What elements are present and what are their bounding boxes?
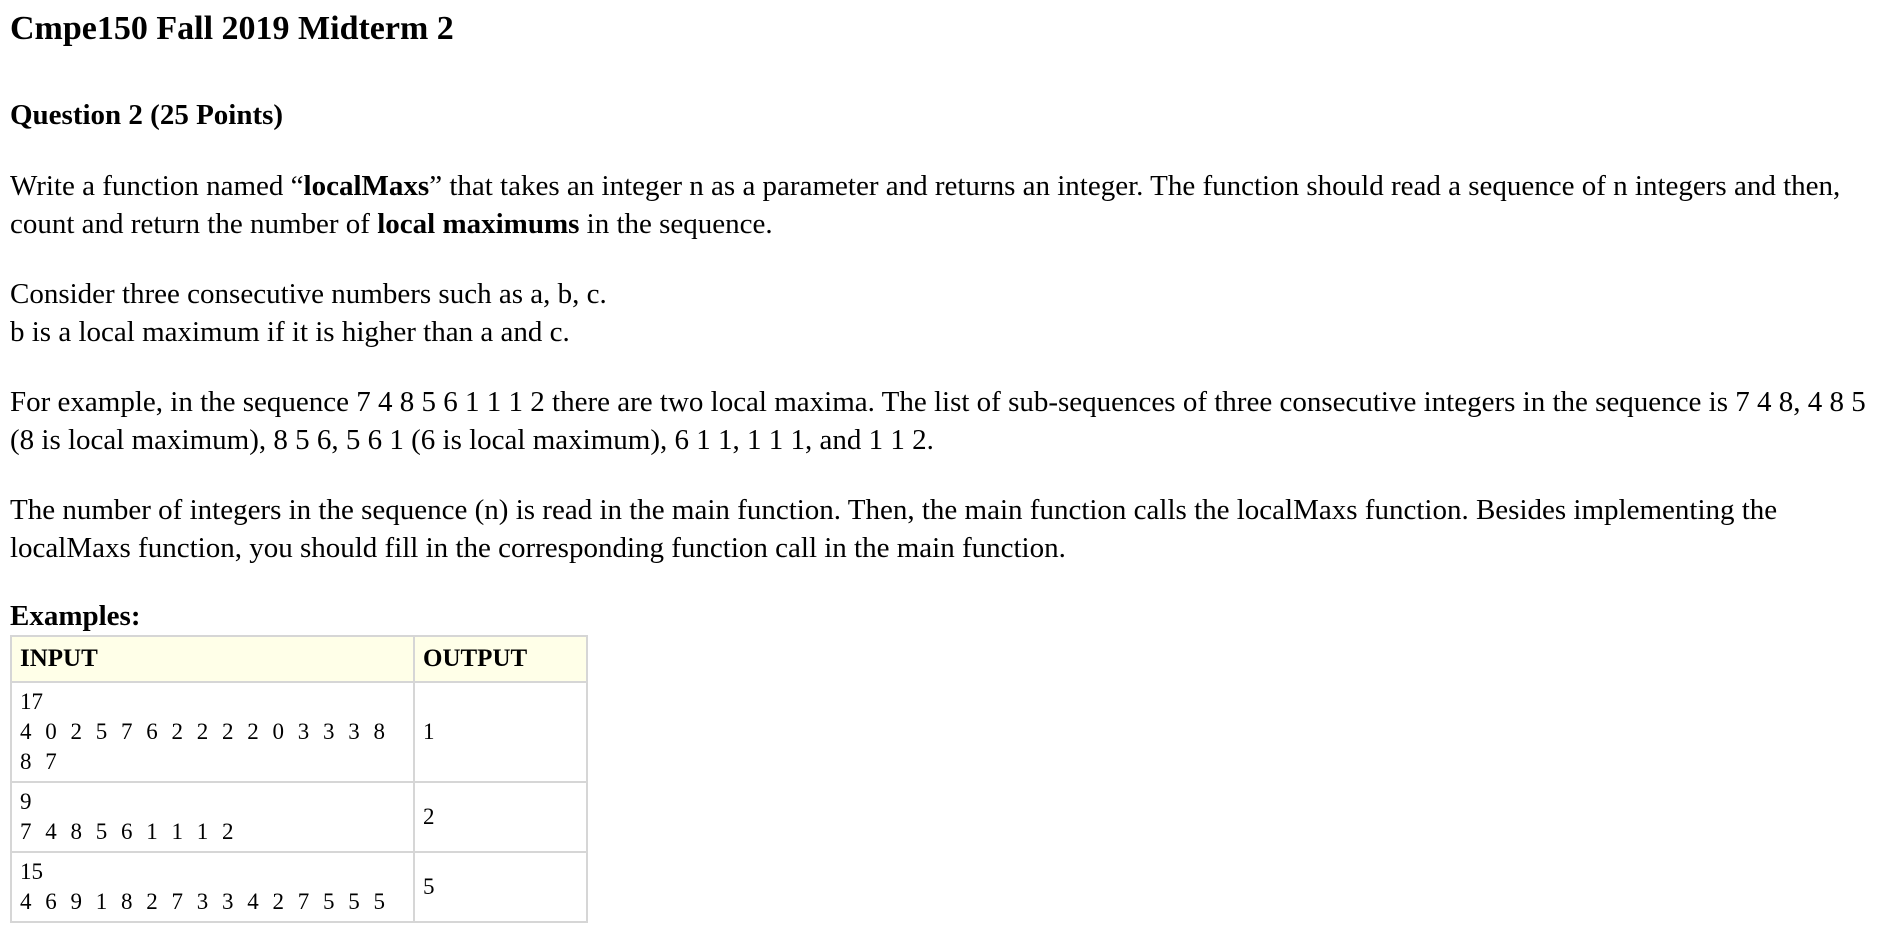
table-header-row: INPUT OUTPUT — [10, 635, 588, 683]
table-row: 15 4 6 9 1 8 2 7 3 3 4 2 7 5 5 5 5 — [10, 851, 588, 923]
example-paragraph: For example, in the sequence 7 4 8 5 6 1… — [10, 386, 1866, 456]
table-row: 9 7 4 8 5 6 1 1 1 2 2 — [10, 781, 588, 853]
input-count: 9 — [20, 789, 32, 814]
page-title: Cmpe150 Fall 2019 Midterm 2 — [10, 10, 454, 47]
input-cell: 17 4 0 2 5 7 6 2 2 2 2 0 3 3 3 8 8 7 — [10, 681, 415, 783]
input-column-header: INPUT — [10, 635, 415, 683]
document-page: Cmpe150 Fall 2019 Midterm 2 Question 2 (… — [0, 0, 1887, 927]
table-row: 17 4 0 2 5 7 6 2 2 2 2 0 3 3 3 8 8 7 1 — [10, 681, 588, 783]
output-cell: 2 — [413, 781, 588, 853]
description-text-1: Write a function named “ — [10, 170, 304, 202]
definition-paragraph: Consider three consecutive numbers such … — [10, 275, 1887, 351]
description-text-3: in the sequence. — [579, 208, 773, 240]
definition-line-2: b is a local maximum if it is higher tha… — [10, 316, 570, 348]
question-heading: Question 2 (25 Points) — [10, 99, 284, 131]
output-cell: 5 — [413, 851, 588, 923]
output-cell: 1 — [413, 681, 588, 783]
input-count: 15 — [20, 859, 43, 884]
output-column-header: OUTPUT — [413, 635, 588, 683]
function-name-bold: localMaxs — [303, 170, 430, 202]
main-function-paragraph: The number of integers in the sequence (… — [10, 494, 1778, 564]
input-sequence: 7 4 8 5 6 1 1 1 2 — [20, 819, 238, 844]
examples-title: Examples: — [10, 600, 141, 632]
examples-table: INPUT OUTPUT 17 4 0 2 5 7 6 2 2 2 2 0 3 … — [10, 635, 588, 923]
local-maximums-bold: local maximums — [377, 208, 580, 240]
input-sequence: 4 6 9 1 8 2 7 3 3 4 2 7 5 5 5 — [20, 889, 389, 914]
input-sequence: 4 0 2 5 7 6 2 2 2 2 0 3 3 3 8 8 7 — [20, 719, 389, 774]
definition-line-1: Consider three consecutive numbers such … — [10, 278, 607, 310]
problem-description: Write a function named “localMaxs” that … — [10, 167, 1887, 243]
input-count: 17 — [20, 689, 43, 714]
input-cell: 9 7 4 8 5 6 1 1 1 2 — [10, 781, 415, 853]
input-cell: 15 4 6 9 1 8 2 7 3 3 4 2 7 5 5 5 — [10, 851, 415, 923]
